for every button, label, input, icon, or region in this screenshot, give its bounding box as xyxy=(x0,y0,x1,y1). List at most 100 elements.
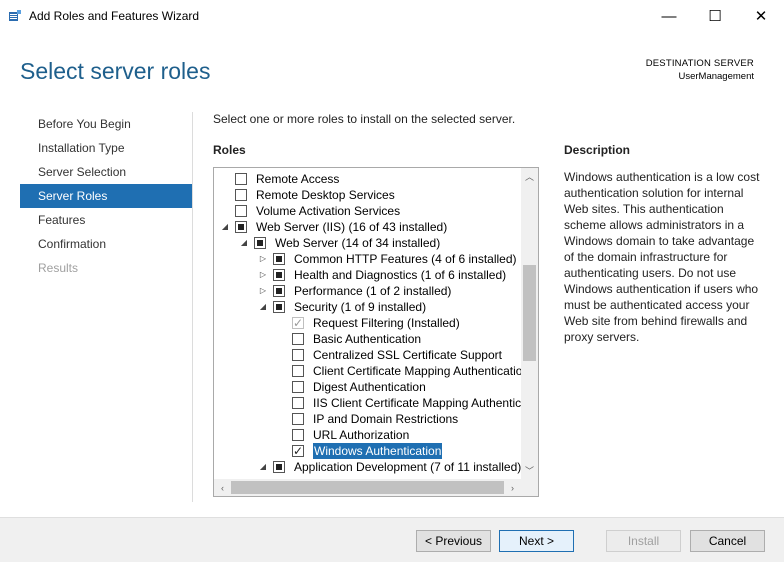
role-label[interactable]: IP and Domain Restrictions xyxy=(313,411,458,427)
wizard-footer: < Previous Next > Install Cancel xyxy=(0,517,784,562)
role-checkbox[interactable] xyxy=(292,443,304,459)
nav-item-results: Results xyxy=(38,261,79,275)
minimize-icon: — xyxy=(661,7,677,25)
role-label[interactable]: Application Development (7 of 11 install… xyxy=(294,459,521,475)
role-label[interactable]: Remote Desktop Services xyxy=(256,187,395,203)
scroll-left-icon[interactable]: ‹ xyxy=(214,479,231,496)
tree-row[interactable]: ▷ Common HTTP Features (4 of 6 installed) xyxy=(214,251,521,267)
tree-row[interactable]: ◢ Web Server (14 of 34 installed) xyxy=(214,235,521,251)
expand-arrow-icon[interactable]: ▷ xyxy=(258,283,268,299)
scrollbar-corner xyxy=(521,479,538,496)
role-label[interactable]: Remote Access xyxy=(256,171,339,187)
tree-row[interactable]: Windows Authentication xyxy=(214,443,521,459)
role-label[interactable]: IIS Client Certificate Mapping Authentic xyxy=(313,395,521,411)
maximize-icon: ☐ xyxy=(708,8,722,25)
role-label[interactable]: Client Certificate Mapping Authenticatio xyxy=(313,363,521,379)
maximize-button[interactable]: ☐ xyxy=(692,0,738,32)
role-label[interactable]: Volume Activation Services xyxy=(256,203,400,219)
role-checkbox[interactable] xyxy=(273,301,285,313)
tree-row[interactable]: Digest Authentication xyxy=(214,379,521,395)
nav-item-confirmation[interactable]: Confirmation xyxy=(20,232,192,256)
destination-server-name: UserManagement xyxy=(678,71,754,82)
minimize-button[interactable]: — xyxy=(646,0,692,32)
role-label[interactable]: URL Authorization xyxy=(313,427,409,443)
install-button: Install xyxy=(606,530,681,552)
title-bar: Add Roles and Features Wizard — ☐ ✕ xyxy=(0,0,784,32)
tree-row[interactable]: Remote Desktop Services xyxy=(214,187,521,203)
tree-row[interactable]: IP and Domain Restrictions xyxy=(214,411,521,427)
tree-row[interactable]: IIS Client Certificate Mapping Authentic xyxy=(214,395,521,411)
role-checkbox[interactable] xyxy=(292,413,304,425)
scroll-up-icon[interactable]: ︿ xyxy=(521,168,538,185)
tree-row[interactable]: Client Certificate Mapping Authenticatio xyxy=(214,363,521,379)
role-checkbox[interactable] xyxy=(235,221,247,233)
role-checkbox[interactable] xyxy=(292,349,304,361)
expand-arrow-icon[interactable]: ▷ xyxy=(258,251,268,267)
nav-item-server-selection[interactable]: Server Selection xyxy=(20,160,192,184)
role-checkbox[interactable] xyxy=(235,173,247,185)
nav-divider xyxy=(192,112,193,502)
nav-item-server-roles[interactable]: Server Roles xyxy=(20,184,192,208)
tree-row[interactable]: ▷ Health and Diagnostics (1 of 6 installe… xyxy=(214,267,521,283)
role-label[interactable]: Centralized SSL Certificate Support xyxy=(313,347,502,363)
role-checkbox xyxy=(292,315,304,331)
tree-row[interactable]: Volume Activation Services xyxy=(214,203,521,219)
role-label[interactable]: Performance (1 of 2 installed) xyxy=(294,283,451,299)
collapse-arrow-icon[interactable]: ◢ xyxy=(258,299,268,315)
close-icon: ✕ xyxy=(754,8,768,25)
role-checkbox[interactable] xyxy=(292,429,304,441)
role-label[interactable]: Health and Diagnostics (1 of 6 installed… xyxy=(294,267,506,283)
tree-row[interactable]: ▷ Performance (1 of 2 installed) xyxy=(214,283,521,299)
vertical-scrollbar[interactable]: ︿ ﹀ xyxy=(521,168,538,479)
expand-arrow-icon[interactable]: ▷ xyxy=(258,267,268,283)
next-button[interactable]: Next > xyxy=(499,530,574,552)
nav-item-before-you-begin[interactable]: Before You Begin xyxy=(20,112,192,136)
instruction-text: Select one or more roles to install on t… xyxy=(213,112,516,126)
cancel-button[interactable]: Cancel xyxy=(690,530,765,552)
role-checkbox[interactable] xyxy=(292,333,304,345)
collapse-arrow-icon[interactable]: ◢ xyxy=(220,219,230,235)
role-checkbox[interactable] xyxy=(273,253,285,265)
tree-row[interactable]: Remote Access xyxy=(214,171,521,187)
scroll-down-icon[interactable]: ﹀ xyxy=(521,462,538,479)
role-checkbox[interactable] xyxy=(292,397,304,409)
role-checkbox[interactable] xyxy=(235,189,247,201)
role-checkbox[interactable] xyxy=(292,381,304,393)
role-label[interactable]: Common HTTP Features (4 of 6 installed) xyxy=(294,251,517,267)
role-checkbox[interactable] xyxy=(235,205,247,217)
role-checkbox[interactable] xyxy=(254,237,266,249)
vertical-scroll-thumb[interactable] xyxy=(523,265,536,361)
role-checkbox[interactable] xyxy=(273,461,285,473)
role-checkbox[interactable] xyxy=(273,285,285,297)
horizontal-scroll-thumb[interactable] xyxy=(231,481,504,494)
tree-row[interactable]: ◢ Web Server (IIS) (16 of 43 installed) xyxy=(214,219,521,235)
tree-row[interactable]: Basic Authentication xyxy=(214,331,521,347)
tree-row[interactable]: Request Filtering (Installed) xyxy=(214,315,521,331)
role-label[interactable]: Digest Authentication xyxy=(313,379,426,395)
role-checkbox[interactable] xyxy=(292,365,304,377)
tree-row[interactable]: ◢ Application Development (7 of 11 instal… xyxy=(214,459,521,475)
role-checkbox[interactable] xyxy=(273,269,285,281)
roles-tree[interactable]: Remote Access Remote Desktop Services Volu… xyxy=(213,167,539,497)
role-label[interactable]: Web Server (IIS) (16 of 43 installed) xyxy=(256,219,447,235)
collapse-arrow-icon[interactable]: ◢ xyxy=(258,459,268,475)
nav-item-installation-type[interactable]: Installation Type xyxy=(20,136,192,160)
roles-tree-list: Remote Access Remote Desktop Services Volu… xyxy=(214,171,521,479)
horizontal-scrollbar[interactable]: ‹ › xyxy=(214,479,521,496)
collapse-arrow-icon[interactable]: ◢ xyxy=(239,235,249,251)
description-heading: Description xyxy=(564,143,631,157)
tree-row[interactable]: ◢ Security (1 of 9 installed) xyxy=(214,299,521,315)
role-label[interactable]: Security (1 of 9 installed) xyxy=(294,299,426,315)
nav-item-features[interactable]: Features xyxy=(20,208,192,232)
role-label[interactable]: Web Server (14 of 34 installed) xyxy=(275,235,440,251)
role-label[interactable]: Windows Authentication xyxy=(313,443,443,459)
tree-row[interactable]: URL Authorization xyxy=(214,427,521,443)
previous-button[interactable]: < Previous xyxy=(416,530,491,552)
page-title: Select server roles xyxy=(20,58,211,84)
server-manager-icon xyxy=(9,10,21,21)
role-label[interactable]: Basic Authentication xyxy=(313,331,421,347)
role-label[interactable]: Request Filtering (Installed) xyxy=(313,315,460,331)
close-button[interactable]: ✕ xyxy=(738,0,784,32)
tree-row[interactable]: Centralized SSL Certificate Support xyxy=(214,347,521,363)
scroll-right-icon[interactable]: › xyxy=(504,479,521,496)
